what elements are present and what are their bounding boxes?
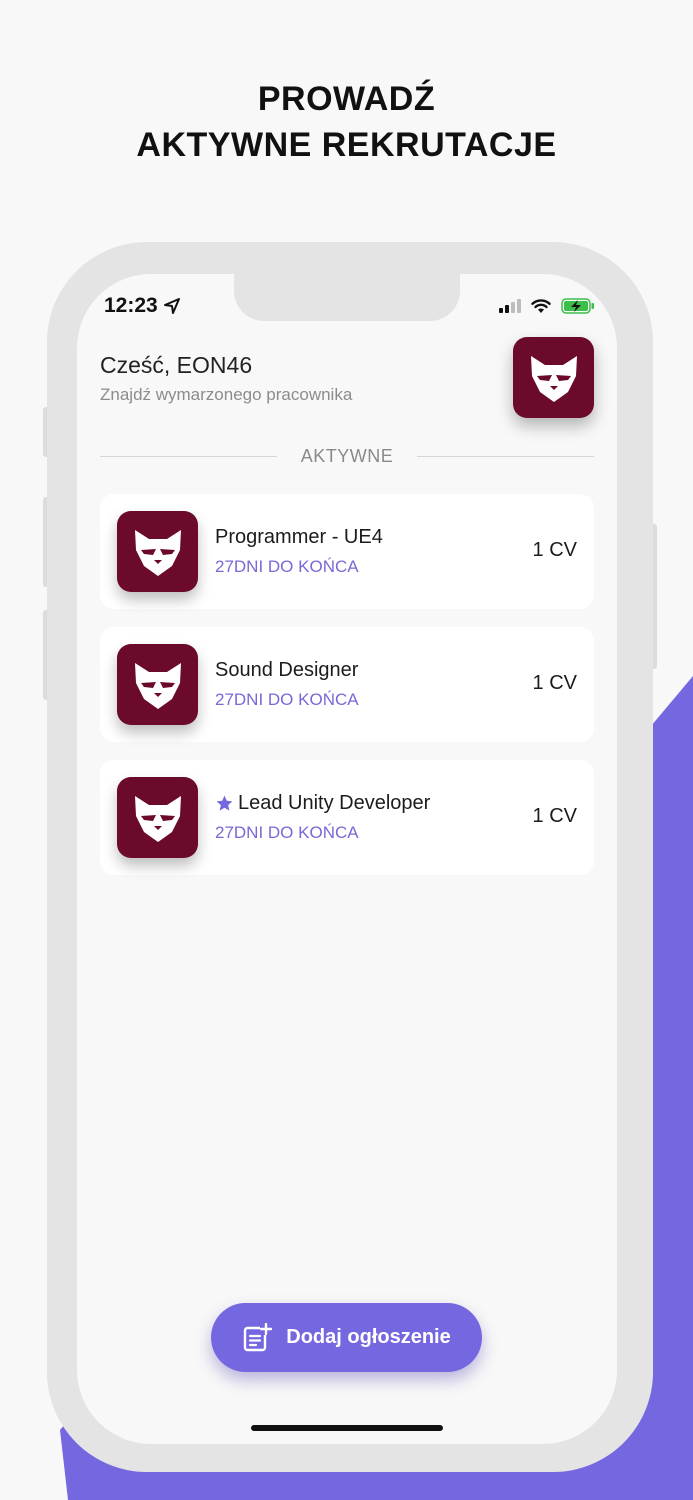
job-deadline: 27DNI DO KOŃCA <box>215 557 359 576</box>
company-logo-icon <box>134 529 181 576</box>
job-card[interactable]: Sound Designer 27DNI DO KOŃCA 1 CV <box>100 627 594 742</box>
battery-charging-icon <box>561 298 594 314</box>
add-listing-label: Dodaj ogłoszenie <box>286 1326 451 1348</box>
job-cv-count: 1 CV <box>532 805 577 827</box>
job-company-logo <box>117 511 198 592</box>
job-deadline: 27DNI DO KOŃCA <box>215 690 359 709</box>
phone-notch <box>234 274 460 321</box>
phone-screen: 12:23 Cześć, EON46 Znajdź wymarzonego pr… <box>77 274 617 1444</box>
company-logo-icon <box>134 795 181 842</box>
job-company-logo <box>117 777 198 858</box>
job-title-text: Programmer - UE4 <box>215 526 383 548</box>
job-card[interactable]: Lead Unity Developer 27DNI DO KOŃCA 1 CV <box>100 760 594 875</box>
wifi-icon <box>531 298 551 313</box>
add-note-icon <box>244 1322 273 1351</box>
divider-line <box>417 455 595 457</box>
greeting-subtitle: Znajdź wymarzonego pracownika <box>100 385 353 404</box>
greeting-title: Cześć, EON46 <box>100 352 253 378</box>
job-title: Sound Designer <box>215 659 358 682</box>
location-arrow-icon <box>163 298 180 314</box>
job-card[interactable]: Programmer - UE4 27DNI DO KOŃCA 1 CV <box>100 494 594 609</box>
job-cv-count: 1 CV <box>532 539 577 561</box>
home-indicator[interactable] <box>251 1425 443 1431</box>
add-listing-button[interactable]: Dodaj ogłoszenie <box>211 1303 482 1372</box>
job-title-text: Sound Designer <box>215 659 359 681</box>
star-icon <box>216 795 233 811</box>
job-cv-count: 1 CV <box>532 672 577 694</box>
promo-headline: PROWADŹ AKTYWNE REKRUTACJE <box>0 76 693 168</box>
job-company-logo <box>117 644 198 725</box>
job-title: Lead Unity Developer <box>215 792 430 815</box>
section-label: AKTYWNE <box>300 445 394 466</box>
promo-headline-line-2: AKTYWNE REKRUTACJE <box>136 126 557 164</box>
status-bar-time: 12:23 <box>104 294 180 318</box>
promo-headline-line-1: PROWADŹ <box>257 80 436 118</box>
divider-line <box>100 455 277 457</box>
company-avatar-button[interactable] <box>513 337 594 418</box>
job-deadline: 27DNI DO KOŃCA <box>215 823 359 842</box>
company-logo-icon <box>134 662 181 709</box>
company-logo-icon <box>530 355 577 402</box>
job-title-text: Lead Unity Developer <box>238 792 431 814</box>
status-bar-indicators <box>499 298 595 314</box>
job-title: Programmer - UE4 <box>215 526 383 549</box>
cellular-signal-icon <box>499 299 521 313</box>
status-time-text: 12:23 <box>104 294 158 317</box>
section-divider: AKTYWNE <box>100 444 595 468</box>
